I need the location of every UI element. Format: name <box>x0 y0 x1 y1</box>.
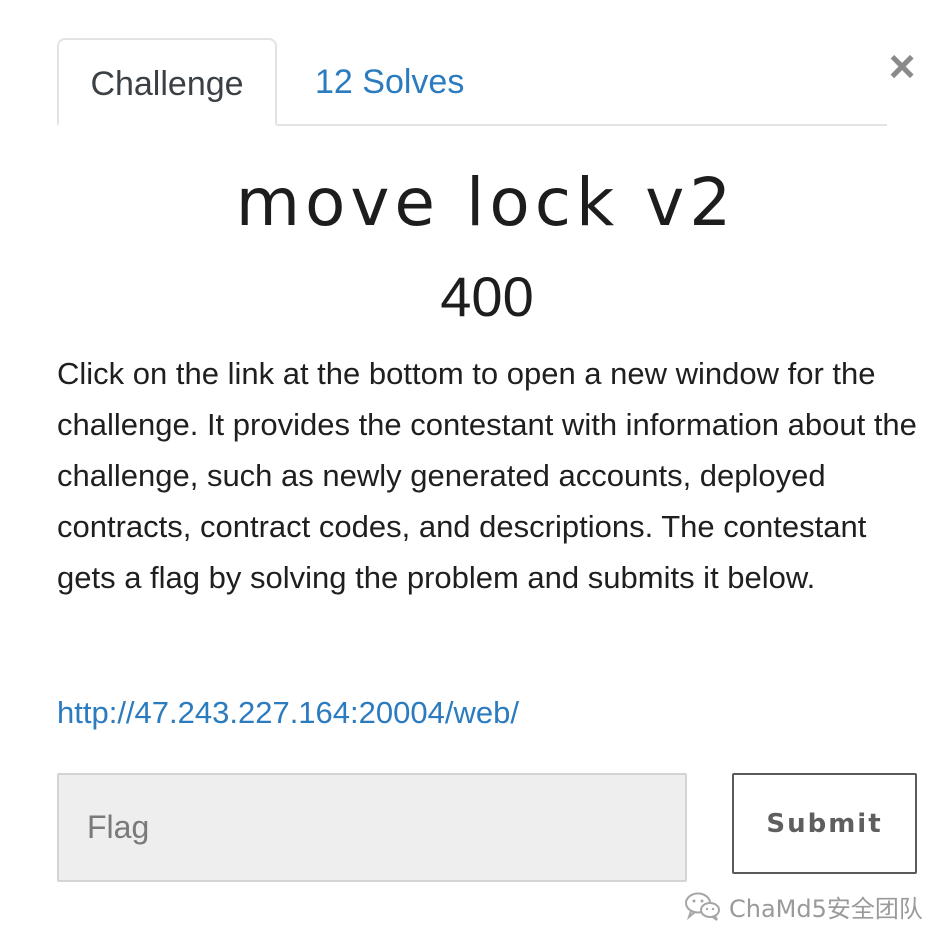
tab-bar: Challenge 12 Solves <box>57 38 887 126</box>
watermark-text: ChaMd5安全团队 <box>729 894 923 923</box>
submit-button[interactable]: Submit <box>732 773 917 874</box>
watermark: ChaMd5安全团队 <box>683 886 923 926</box>
challenge-title: move lock v2 <box>235 164 737 241</box>
tab-solves[interactable]: 12 Solves <box>315 38 464 126</box>
close-icon[interactable]: × <box>880 43 924 89</box>
challenge-description: Click on the link at the bottom to open … <box>57 356 917 595</box>
flag-input[interactable] <box>57 773 687 882</box>
wechat-icon <box>685 892 720 921</box>
challenge-link[interactable]: http://47.243.227.164:20004/web/ <box>57 690 519 736</box>
tab-challenge[interactable]: Challenge <box>57 38 277 126</box>
challenge-points: 400 <box>440 265 534 328</box>
